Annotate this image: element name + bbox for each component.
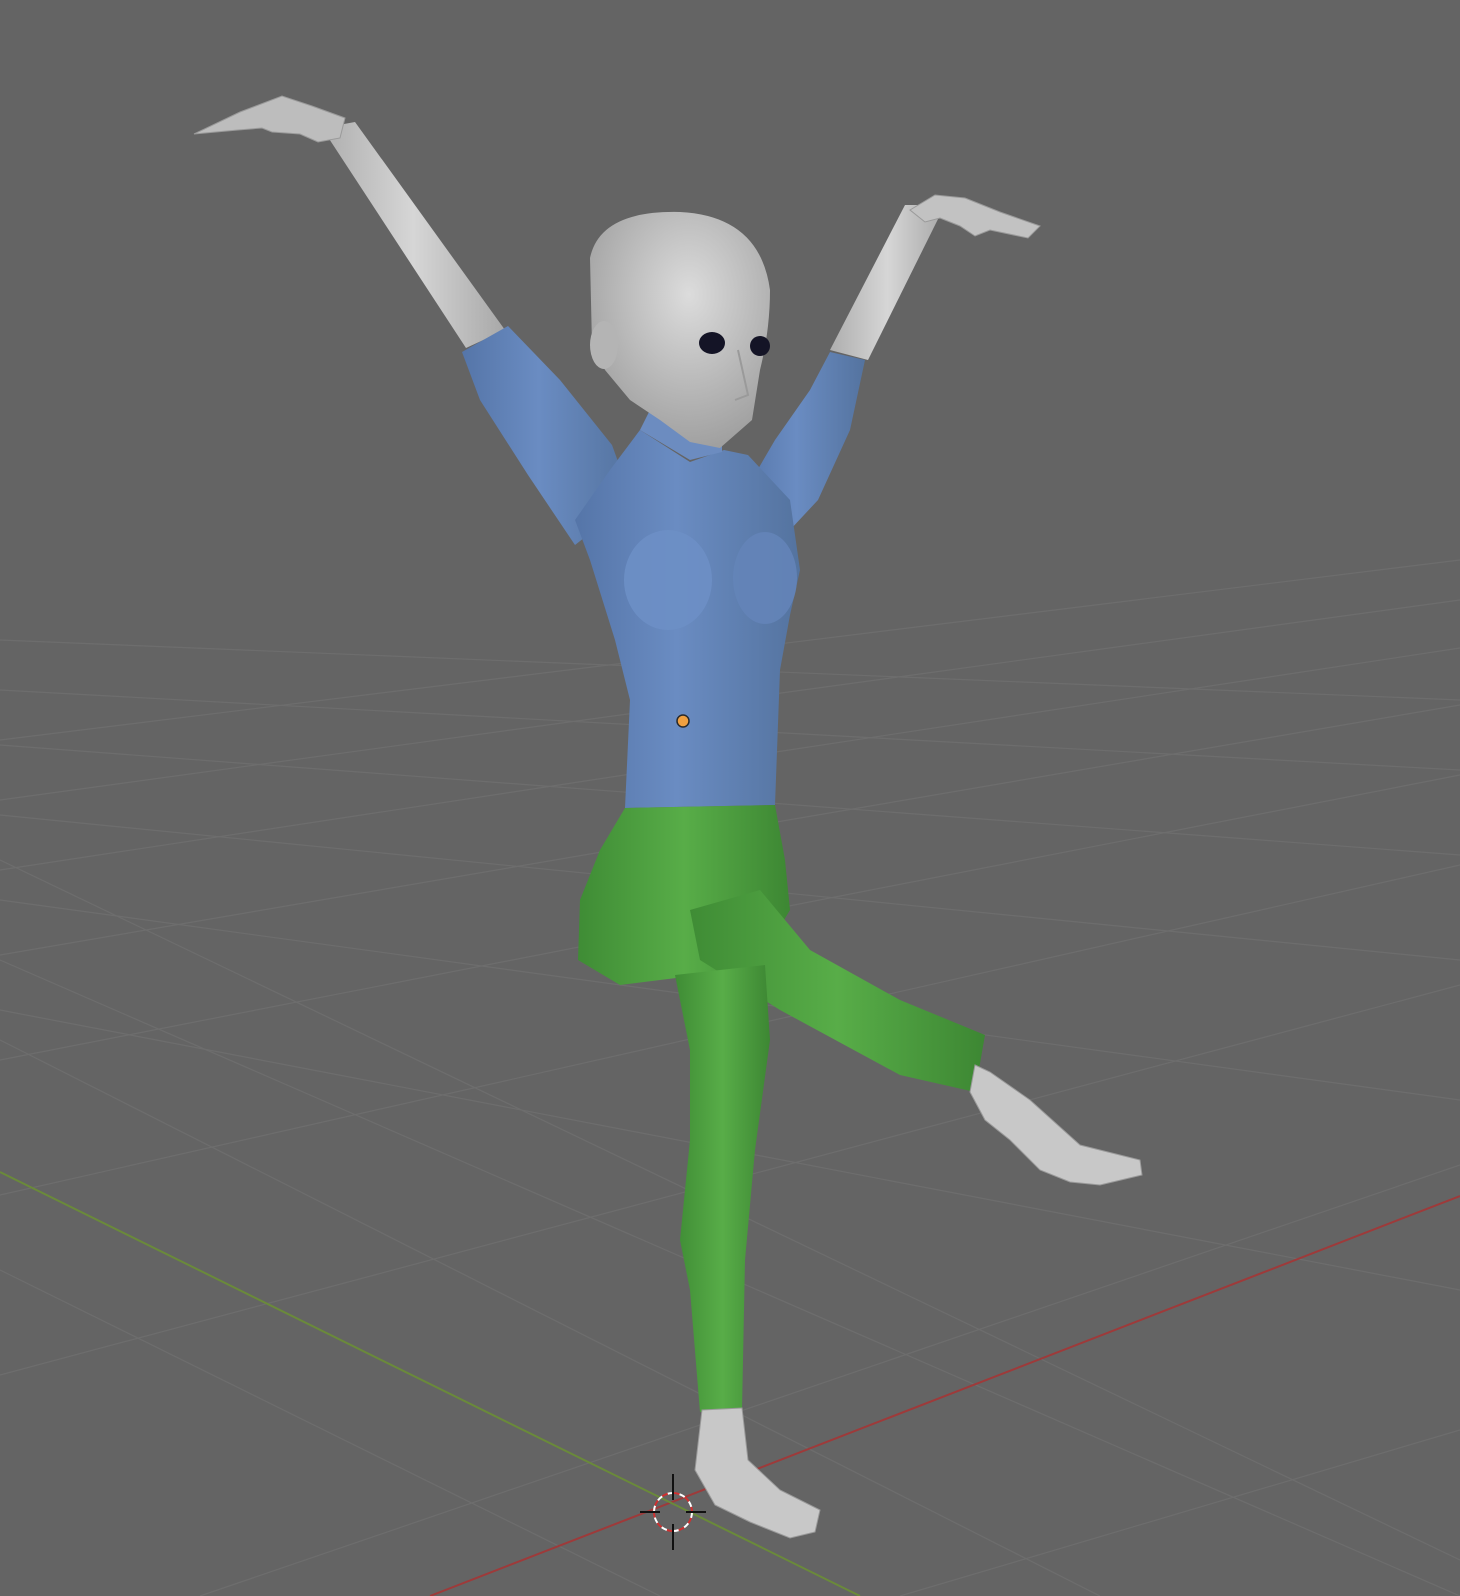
right-eye: [750, 336, 770, 356]
viewport-canvas[interactable]: [0, 0, 1460, 1596]
chest-right: [733, 532, 797, 624]
chest-left: [624, 530, 712, 630]
3d-viewport[interactable]: [0, 0, 1460, 1596]
ear: [590, 321, 618, 369]
object-origin-icon[interactable]: [676, 714, 690, 728]
left-eye: [699, 332, 725, 354]
